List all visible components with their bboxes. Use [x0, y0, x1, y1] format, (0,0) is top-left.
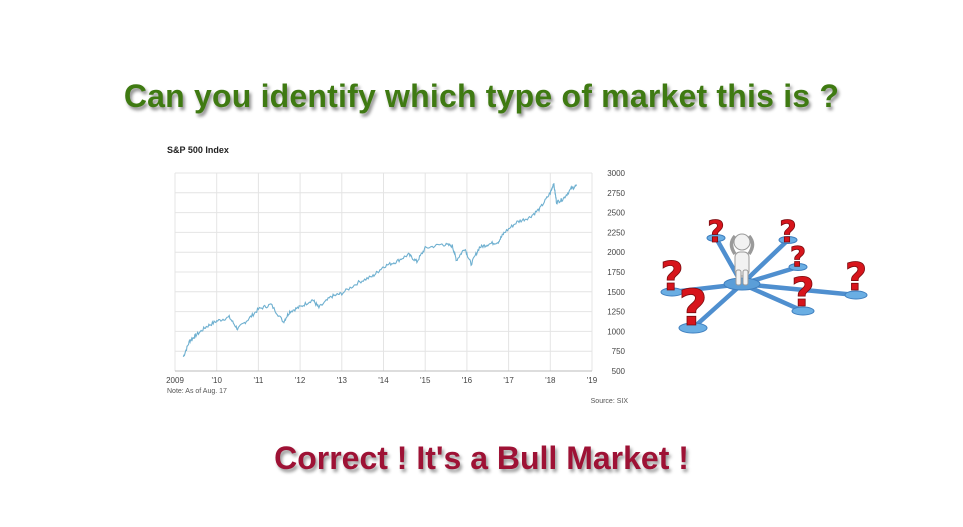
- chart-note: Note: As of Aug. 17: [167, 388, 227, 395]
- sp500-line-chart: S&P 500 Index 500 750 1000 1250 1500 1750 2000…: [166, 145, 629, 405]
- y-tick-label: 1500: [607, 288, 625, 297]
- question-mark-icon: ?: [845, 255, 867, 299]
- y-tick-label: 2000: [607, 248, 625, 257]
- sp500-series-line: [182, 183, 578, 357]
- y-tick-label: 500: [612, 367, 626, 376]
- headline-question: Can you identify which type of market th…: [123, 78, 840, 114]
- y-tick-label: 1000: [607, 327, 625, 336]
- x-tick-label: '16: [462, 376, 473, 385]
- x-axis-ticks: 2009 '10 '11 '12 '13 '14 '15 '16 '17 '18 '19: [166, 376, 598, 385]
- confused-person-illustration: ? ? ? ? ? ? ?: [660, 215, 868, 337]
- x-tick-label: '14: [378, 376, 389, 385]
- y-tick-label: 750: [612, 347, 626, 356]
- x-tick-label: 2009: [166, 376, 184, 385]
- y-tick-label: 3000: [607, 169, 625, 178]
- x-tick-label: '10: [211, 376, 222, 385]
- x-tick-label: '19: [587, 376, 598, 385]
- x-tick-label: '18: [545, 376, 556, 385]
- chart-source: Source: SIX: [591, 398, 629, 405]
- x-tick-label: '17: [503, 376, 514, 385]
- chart-title: S&P 500 Index: [167, 145, 229, 155]
- question-mark-icon: ?: [791, 270, 814, 316]
- y-axis-ticks: 500 750 1000 1250 1500 1750 2000 2250 2500 2750 30…: [607, 169, 625, 376]
- y-tick-label: 1750: [607, 268, 625, 277]
- x-tick-label: '13: [337, 376, 348, 385]
- y-tick-label: 2750: [607, 189, 625, 198]
- y-tick-label: 2500: [607, 209, 625, 218]
- question-mark-icon: ?: [790, 240, 806, 273]
- hub-disc: [723, 277, 761, 291]
- y-tick-label: 2250: [607, 228, 625, 237]
- x-tick-label: '12: [295, 376, 306, 385]
- y-tick-label: 1250: [607, 308, 625, 317]
- x-tick-label: '11: [253, 376, 263, 385]
- x-tick-label: '15: [420, 376, 431, 385]
- answer-statement: Correct ! It's a Bull Market !: [274, 440, 689, 476]
- question-mark-icon: ?: [707, 215, 724, 250]
- question-mark-icon: ?: [678, 279, 707, 337]
- chart-grid: [174, 172, 593, 372]
